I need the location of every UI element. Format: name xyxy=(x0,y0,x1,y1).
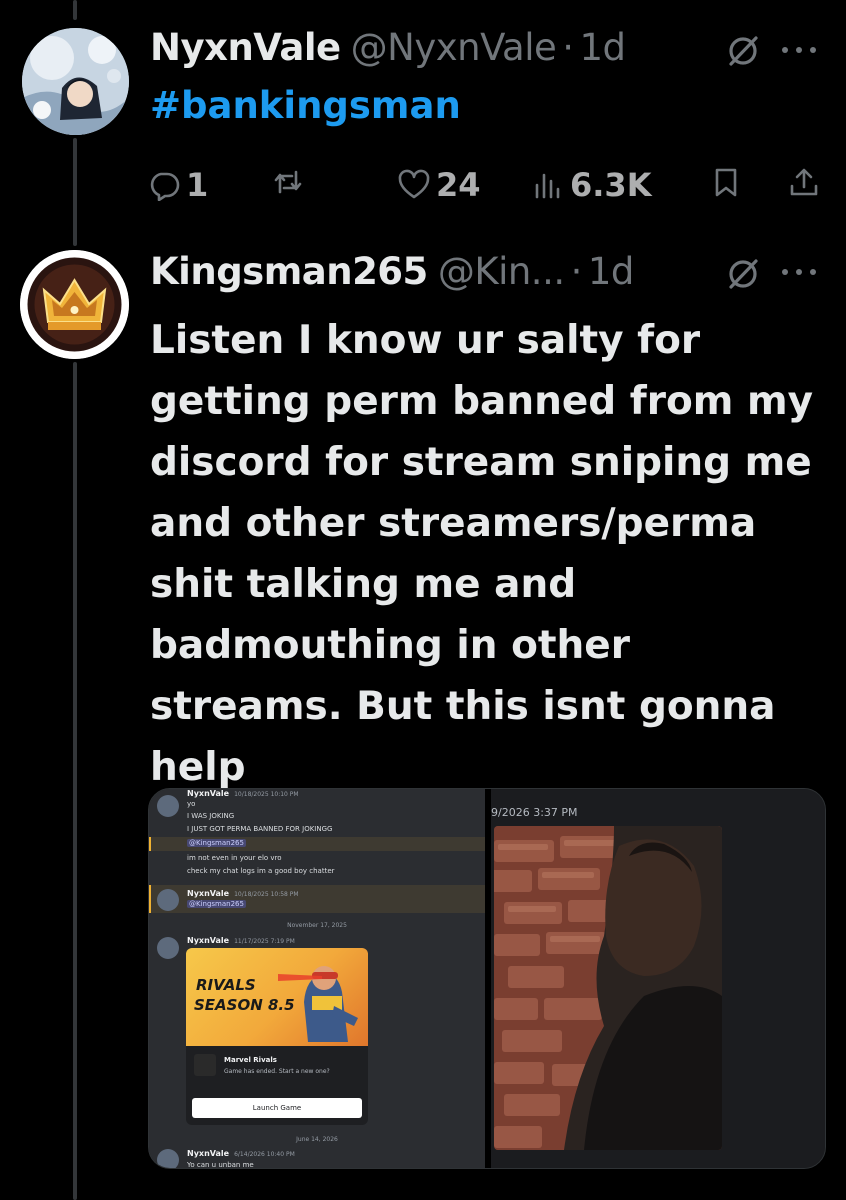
reaction-photo[interactable] xyxy=(494,826,722,1150)
kingsman265-avatar[interactable] xyxy=(20,250,129,359)
discord-timestamp: 11/17/2025 7:19 PM xyxy=(234,938,295,945)
discord-avatar xyxy=(157,1149,179,1168)
discord-avatar xyxy=(157,889,179,911)
tweet2-header: Kingsman265 @Kin... · 1d xyxy=(150,250,634,293)
game-activity-card[interactable]: RIVALS SEASON 8.5 Marvel Rivals Game has… xyxy=(186,948,368,1125)
discord-mention: @Kingsman265 xyxy=(187,839,246,847)
repost-button[interactable] xyxy=(272,166,310,198)
tweet1-display-name[interactable]: NyxnVale xyxy=(150,26,341,69)
tweet2-separator: · xyxy=(570,250,583,293)
tweet1-handle[interactable]: @NyxnVale xyxy=(351,26,557,69)
nyxnvale-avatar[interactable] xyxy=(22,28,129,135)
image-timestamp: 9/2026 3:37 PM xyxy=(491,806,578,819)
tweet1-separator: · xyxy=(562,26,574,69)
reaction-image-panel[interactable]: 9/2026 3:37 PM xyxy=(491,789,825,1168)
discord-message-line: @Kingsman265 xyxy=(187,900,246,908)
tweet2-media-attachment[interactable]: NyxnVale 10/18/2025 10:10 PM yo I WAS JOK… xyxy=(148,788,826,1169)
reply-icon xyxy=(150,172,180,201)
views-button[interactable]: 6.3K xyxy=(532,166,651,204)
discord-avatar xyxy=(157,795,179,817)
tweet2-timestamp[interactable]: 1d xyxy=(588,250,635,293)
discord-message-line: yo xyxy=(187,800,196,808)
bookmark-button[interactable] xyxy=(710,166,742,198)
game-icon xyxy=(194,1054,216,1076)
tweet2-handle[interactable]: @Kin... xyxy=(438,250,565,293)
discord-message-line: Yo can u unban me xyxy=(187,1161,254,1169)
game-title: Marvel Rivals xyxy=(224,1056,277,1064)
like-button[interactable]: 24 xyxy=(398,166,481,204)
reply-count: 1 xyxy=(186,166,209,204)
thread-line-top xyxy=(73,0,77,20)
tweet1-header: NyxnVale @NyxnVale · 1d xyxy=(150,26,626,69)
views-count: 6.3K xyxy=(570,166,652,204)
discord-message-line: @Kingsman265 xyxy=(187,839,246,847)
discord-date-divider: June 14, 2026 xyxy=(296,1136,338,1143)
tweet1-hashtag-link[interactable]: #bankingsman xyxy=(150,84,461,127)
discord-author: NyxnVale 11/17/2025 7:19 PM xyxy=(187,936,295,945)
discord-mention: @Kingsman265 xyxy=(187,900,246,908)
share-icon xyxy=(790,168,818,196)
like-count: 24 xyxy=(436,166,481,204)
hero-illustration xyxy=(278,966,358,1042)
discord-author: NyxnVale 10/18/2025 10:10 PM xyxy=(187,789,299,798)
discord-screenshot[interactable]: NyxnVale 10/18/2025 10:10 PM yo I WAS JOK… xyxy=(149,789,485,1168)
launch-game-button[interactable]: Launch Game xyxy=(192,1098,362,1118)
game-logo: RIVALS xyxy=(196,976,256,994)
grok-icon[interactable] xyxy=(725,256,761,292)
discord-message-line: check my chat logs im a good boy chatter xyxy=(187,867,335,875)
discord-message-line: im not even in your elo vro xyxy=(187,854,282,862)
discord-avatar xyxy=(157,937,179,959)
discord-message-line: I JUST GOT PERMA BANNED FOR JOKINGG xyxy=(187,825,333,833)
share-button[interactable] xyxy=(788,166,820,198)
more-options-icon[interactable] xyxy=(782,44,816,56)
grok-icon[interactable] xyxy=(725,33,761,69)
discord-author: NyxnVale 6/14/2026 10:40 PM xyxy=(187,1149,295,1158)
tweet1-action-bar: 1 24 6.3K xyxy=(148,166,828,208)
heart-icon xyxy=(398,169,430,199)
tweet2-body-text: Listen I know ur salty for getting perm … xyxy=(150,318,814,790)
discord-timestamp: 10/18/2025 10:58 PM xyxy=(234,891,299,898)
bookmark-icon xyxy=(715,168,737,197)
repost-icon xyxy=(274,170,302,194)
more-options-icon[interactable] xyxy=(782,266,816,278)
thread-line-middle xyxy=(73,138,77,246)
thread-line-bottom xyxy=(73,362,77,1200)
reply-button[interactable]: 1 xyxy=(148,166,208,204)
discord-date-divider: November 17, 2025 xyxy=(287,922,347,929)
game-status: Game has ended. Start a new one? xyxy=(224,1068,330,1075)
discord-author: NyxnVale 10/18/2025 10:58 PM xyxy=(187,889,299,898)
discord-timestamp: 6/14/2026 10:40 PM xyxy=(234,1151,295,1158)
views-icon xyxy=(535,173,560,199)
discord-timestamp: 10/18/2025 10:10 PM xyxy=(234,791,299,798)
game-banner: RIVALS SEASON 8.5 xyxy=(186,948,368,1046)
discord-message-line: I WAS JOKING xyxy=(187,812,235,820)
tweet2-display-name[interactable]: Kingsman265 xyxy=(150,250,428,293)
tweet1-timestamp[interactable]: 1d xyxy=(580,26,627,69)
